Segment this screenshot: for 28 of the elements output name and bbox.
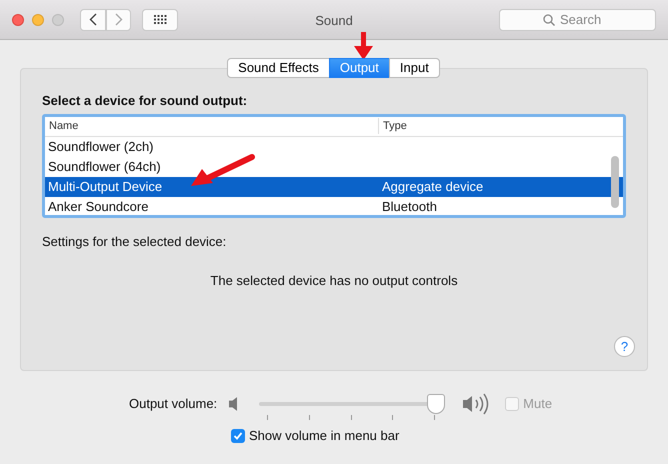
help-button[interactable]: ? (614, 336, 635, 357)
table-row[interactable]: Multi-Output Device Aggregate device (45, 176, 623, 196)
volume-slider-thumb[interactable] (426, 394, 445, 414)
close-button[interactable] (12, 14, 24, 26)
minimize-button[interactable] (32, 14, 44, 26)
no-controls-message: The selected device has no output controls (209, 272, 459, 290)
back-button[interactable] (80, 8, 106, 30)
search-field[interactable]: Search (499, 8, 656, 30)
tab[interactable]: Input (388, 58, 440, 78)
table-row[interactable]: Soundflower (64ch) (45, 156, 623, 176)
list-heading: Select a device for sound output: (42, 92, 248, 110)
settings-label: Settings for the selected device: (42, 232, 228, 251)
column-header: Type (382, 118, 407, 134)
zoom-button[interactable] (52, 14, 64, 26)
tab[interactable]: Sound Effects (227, 58, 330, 78)
column-header: Name (45, 118, 379, 134)
mute-label: Mute (523, 395, 552, 414)
show-all-button[interactable] (142, 8, 178, 30)
show-volume-label: Show volume in menu bar (249, 427, 400, 445)
grid-icon (154, 14, 166, 24)
table-row[interactable]: Soundflower (2ch) (45, 136, 623, 156)
checkmark-icon (233, 430, 243, 441)
show-volume-checkbox[interactable] (231, 428, 245, 443)
table-row[interactable]: Anker Soundcore Bluetooth (45, 196, 623, 214)
volume-label: Output volume: (129, 395, 218, 414)
scrollbar-thumb[interactable] (611, 156, 619, 208)
search-icon (543, 14, 555, 26)
window-title: Sound (315, 12, 353, 30)
